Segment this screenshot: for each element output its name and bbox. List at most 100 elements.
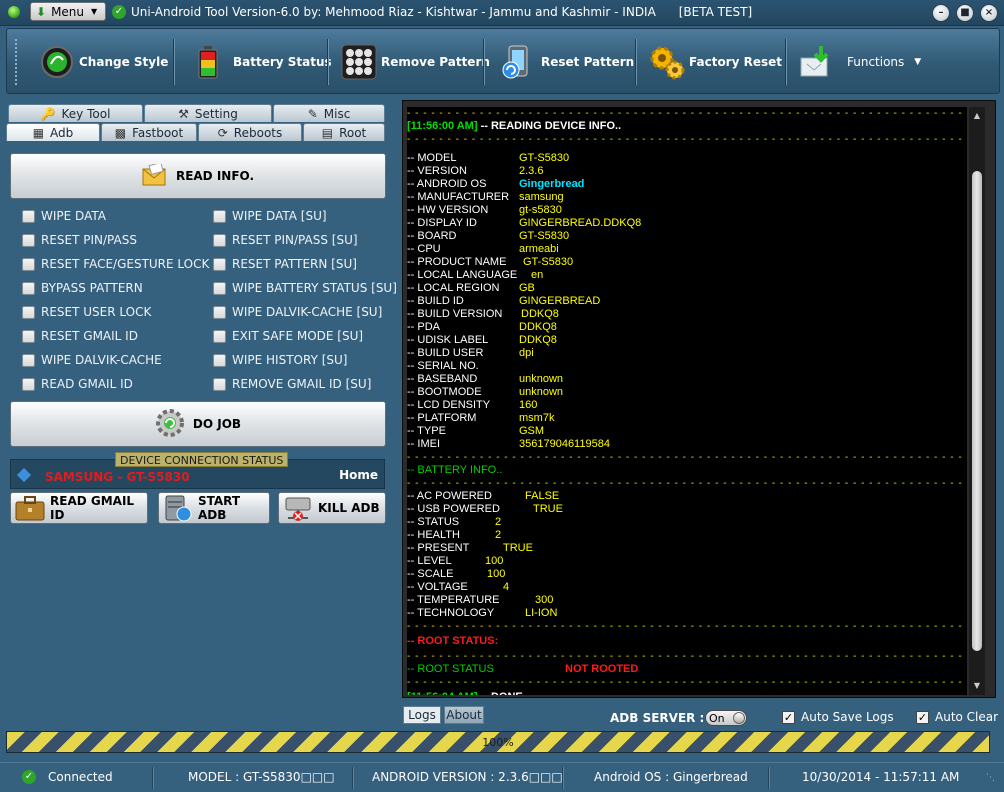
console-done: -- DONE bbox=[478, 691, 523, 695]
checkbox-box[interactable] bbox=[22, 233, 35, 247]
option-checkbox[interactable]: WIPE BATTERY STATUS [SU] bbox=[213, 279, 397, 297]
scroll-up-icon[interactable]: ▲ bbox=[972, 111, 982, 120]
checkbox-box[interactable] bbox=[22, 281, 35, 295]
checkbox-box[interactable] bbox=[213, 377, 226, 391]
scroll-thumb[interactable] bbox=[972, 171, 982, 651]
toggle-knob bbox=[733, 712, 745, 724]
console-key: -- BOARD bbox=[407, 230, 457, 242]
console-value: TRUE bbox=[503, 542, 533, 554]
console-value: LI-ION bbox=[525, 607, 558, 619]
remove-pattern-button[interactable]: Remove Pattern bbox=[341, 37, 490, 87]
tab-about[interactable]: About bbox=[444, 706, 484, 724]
checkbox-box[interactable] bbox=[213, 353, 226, 367]
option-checkbox[interactable]: WIPE DATA bbox=[22, 207, 106, 225]
console-value: armeabi bbox=[519, 243, 559, 255]
tab-logs[interactable]: Logs bbox=[403, 706, 441, 724]
console-separator: - - - - - - - - - - - - - - - - - - - - … bbox=[407, 134, 967, 145]
auto-clear-checkbox[interactable]: ✓ Auto Clear bbox=[916, 710, 998, 724]
console-key: -- HW VERSION bbox=[407, 204, 489, 216]
tab-misc[interactable]: ✎ Misc bbox=[273, 104, 385, 122]
option-checkbox[interactable]: RESET GMAIL ID bbox=[22, 327, 138, 345]
maximize-button[interactable]: ■ bbox=[956, 4, 974, 22]
close-button[interactable]: × bbox=[980, 4, 998, 22]
option-checkbox[interactable]: RESET PIN/PASS [SU] bbox=[213, 231, 358, 249]
auto-save-logs-checkbox[interactable]: ✓ Auto Save Logs bbox=[782, 710, 894, 724]
checkbox-box[interactable] bbox=[213, 233, 226, 247]
option-label: BYPASS PATTERN bbox=[41, 281, 143, 295]
progress-text: 100% bbox=[482, 736, 514, 749]
console-value: dpi bbox=[519, 347, 534, 359]
functions-button[interactable]: Functions ▼ bbox=[799, 37, 921, 87]
console-value: 100 bbox=[487, 568, 506, 580]
tab-root-label: Root bbox=[339, 125, 367, 140]
window-title: Uni-Android Tool Version-6.0 by: Mehmood… bbox=[131, 5, 753, 19]
tab-reboots-label: Reboots bbox=[233, 125, 283, 140]
console-line: -- SERIAL NO. bbox=[407, 360, 479, 373]
option-checkbox[interactable]: READ GMAIL ID bbox=[22, 375, 133, 393]
title-bar: ⬇ Menu ▼ ✓ Uni-Android Tool Version-6.0 … bbox=[0, 0, 1004, 26]
checkbox-box[interactable] bbox=[22, 329, 35, 343]
log-console-frame: - - - - - - - - - - - - - - - - - - - - … bbox=[402, 100, 996, 698]
option-checkbox[interactable]: RESET FACE/GESTURE LOCK bbox=[22, 255, 209, 273]
scroll-down-icon[interactable]: ▼ bbox=[972, 681, 982, 690]
console-key: -- PLATFORM bbox=[407, 412, 477, 424]
read-gmail-id-button[interactable]: READ GMAIL ID bbox=[10, 492, 148, 524]
tab-setting-label: Setting bbox=[194, 106, 238, 121]
checkbox-box[interactable] bbox=[22, 353, 35, 367]
factory-reset-button[interactable]: Factory Reset bbox=[649, 37, 782, 87]
console-scrollbar[interactable]: ▲ ▼ bbox=[969, 107, 985, 695]
resize-grip-icon[interactable]: ⋱ bbox=[986, 773, 995, 783]
checkbox-box[interactable] bbox=[213, 281, 226, 295]
tab-adb[interactable]: ▦ Adb bbox=[6, 123, 100, 141]
toolbar-grip[interactable] bbox=[15, 39, 20, 85]
battery-status-label: Battery Status bbox=[233, 55, 332, 69]
style-icon bbox=[39, 44, 75, 80]
option-checkbox[interactable]: WIPE DALVIK-CACHE [SU] bbox=[213, 303, 382, 321]
log-console[interactable]: - - - - - - - - - - - - - - - - - - - - … bbox=[407, 107, 967, 695]
adb-server-toggle[interactable]: On bbox=[705, 710, 747, 726]
console-key: -- TECHNOLOGY bbox=[407, 607, 495, 619]
console-value: 2 bbox=[495, 529, 502, 541]
option-checkbox[interactable]: REMOVE GMAIL ID [SU] bbox=[213, 375, 371, 393]
device-home-link[interactable]: Home bbox=[339, 468, 378, 482]
checkbox-box[interactable] bbox=[22, 305, 35, 319]
console-key: -- USB POWERED bbox=[407, 503, 500, 515]
checkbox-box[interactable] bbox=[22, 209, 35, 223]
option-checkbox[interactable]: BYPASS PATTERN bbox=[22, 279, 143, 297]
checkbox-box[interactable] bbox=[22, 377, 35, 391]
do-job-button[interactable]: DO JOB bbox=[10, 401, 386, 447]
checkbox-box[interactable] bbox=[22, 257, 35, 271]
checkbox-box[interactable] bbox=[213, 209, 226, 223]
tab-setting[interactable]: ⚒ Setting bbox=[144, 104, 272, 122]
option-checkbox[interactable]: WIPE DALVIK-CACHE bbox=[22, 351, 162, 369]
console-line: -- DISPLAY ID GINGERBREAD.DDKQ8 bbox=[407, 217, 641, 230]
console-heading: -- BATTERY INFO.. bbox=[407, 464, 503, 476]
tab-key-tool[interactable]: 🔑 Key Tool bbox=[8, 104, 143, 122]
option-checkbox[interactable]: WIPE DATA [SU] bbox=[213, 207, 327, 225]
console-key: -- LOCAL LANGUAGE bbox=[407, 269, 518, 281]
option-checkbox[interactable]: WIPE HISTORY [SU] bbox=[213, 351, 347, 369]
console-heading: -- ROOT STATUS: bbox=[407, 635, 499, 647]
read-info-button[interactable]: READ INFO. bbox=[10, 153, 386, 199]
minimize-button[interactable]: – bbox=[932, 4, 950, 22]
reset-pattern-button[interactable]: Reset Pattern bbox=[501, 37, 634, 87]
checkmark-icon: ✓ bbox=[916, 710, 929, 724]
checkbox-box[interactable] bbox=[213, 305, 226, 319]
start-adb-button[interactable]: START ADB bbox=[158, 492, 270, 524]
progress-bar: 100% bbox=[6, 731, 990, 753]
change-style-button[interactable]: Change Style bbox=[39, 37, 168, 87]
console-line: -- TYPE GSM bbox=[407, 425, 544, 438]
tab-fastboot[interactable]: ▩ Fastboot bbox=[101, 123, 197, 141]
checkbox-box[interactable] bbox=[213, 329, 226, 343]
tab-reboots[interactable]: ⟳ Reboots bbox=[198, 123, 302, 141]
kill-adb-button[interactable]: KILL ADB bbox=[278, 492, 386, 524]
checkbox-box[interactable] bbox=[213, 257, 226, 271]
option-checkbox[interactable]: EXIT SAFE MODE [SU] bbox=[213, 327, 363, 345]
chevron-down-icon: ▼ bbox=[91, 7, 98, 16]
menu-button[interactable]: ⬇ Menu ▼ bbox=[30, 2, 106, 21]
tab-root[interactable]: ▤ Root bbox=[303, 123, 385, 141]
option-checkbox[interactable]: RESET PIN/PASS bbox=[22, 231, 137, 249]
option-checkbox[interactable]: RESET USER LOCK bbox=[22, 303, 151, 321]
option-checkbox[interactable]: RESET PATTERN [SU] bbox=[213, 255, 357, 273]
battery-status-button[interactable]: Battery Status bbox=[193, 37, 332, 87]
